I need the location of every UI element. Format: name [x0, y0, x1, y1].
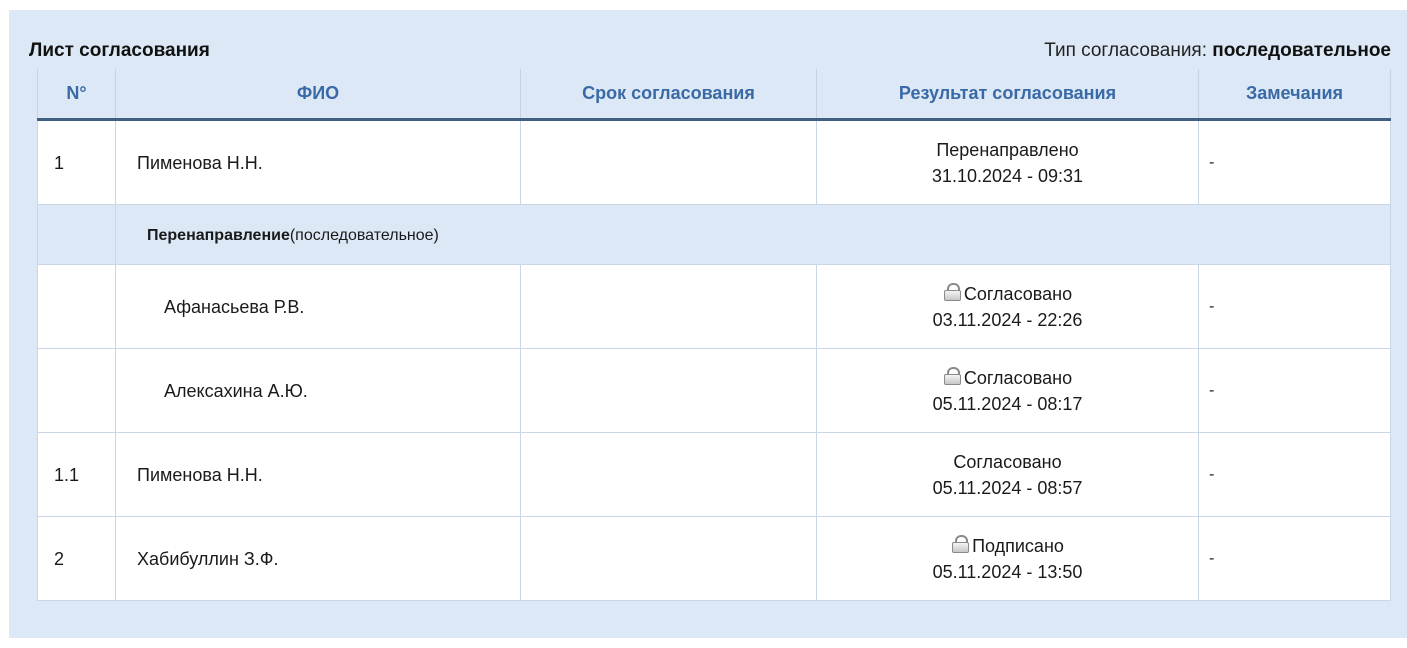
- result-date: 05.11.2024 - 08:17: [932, 393, 1083, 414]
- approval-header: Лист согласования Тип согласования: посл…: [29, 40, 1391, 66]
- redirect-label-cell: Перенаправление(последовательное): [115, 204, 1391, 265]
- approval-type-value: последовательное: [1212, 40, 1391, 61]
- result-status: Согласовано: [953, 451, 1062, 472]
- redirect-label-mode: (последовательное): [289, 226, 439, 244]
- lock-icon: [943, 366, 963, 385]
- result-date: 31.10.2024 - 09:31: [931, 165, 1084, 186]
- result-cell: Согласовано 05.11.2024 - 08:57: [816, 432, 1199, 517]
- redirect-label: Перенаправление(последовательное): [116, 227, 439, 244]
- table-row: 1.1 Пименова Н.Н. Согласовано 05.11.2024…: [37, 432, 1391, 517]
- table-row: Афанасьева Р.В. Согласовано 03.11.2024 -…: [37, 264, 1391, 349]
- sheet-title: Лист согласования: [29, 40, 210, 61]
- result-status: Перенаправлено: [936, 139, 1079, 160]
- result-status-line: Подписано: [817, 533, 1198, 559]
- result-status-line: Согласовано: [817, 365, 1198, 391]
- redirect-number-cell: [37, 204, 116, 265]
- approver-name: Пименова Н.Н.: [115, 432, 521, 517]
- table-row: Алексахина А.Ю. Согласовано 05.11.2024 -…: [37, 348, 1391, 433]
- notes-cell: -: [1198, 348, 1391, 433]
- result-date: 05.11.2024 - 13:50: [932, 561, 1083, 582]
- deadline-cell: [520, 348, 817, 433]
- result-cell: Согласовано 03.11.2024 - 22:26: [816, 264, 1199, 349]
- result-status-line: Согласовано: [817, 281, 1198, 307]
- table-row: 1 Пименова Н.Н. Перенаправлено 31.10.202…: [37, 119, 1391, 205]
- row-number: 1: [37, 119, 116, 205]
- approver-name: Пименова Н.Н.: [115, 119, 521, 205]
- deadline-cell: [520, 432, 817, 517]
- result-status: Подписано: [972, 535, 1064, 556]
- result-date: 05.11.2024 - 08:57: [932, 477, 1083, 498]
- redirect-group-row: Перенаправление(последовательное): [37, 204, 1391, 265]
- approval-type-label: Тип согласования:: [1044, 40, 1213, 61]
- notes-cell: -: [1198, 516, 1391, 601]
- result-date: 03.11.2024 - 22:26: [932, 309, 1083, 330]
- table-header-row: N° ФИО Срок согласования Результат согла…: [37, 69, 1391, 121]
- approver-name: Хабибуллин З.Ф.: [115, 516, 521, 601]
- deadline-cell: [520, 516, 817, 601]
- deadline-cell: [520, 264, 817, 349]
- deadline-cell: [520, 119, 817, 205]
- row-number: 2: [37, 516, 116, 601]
- lock-icon: [951, 534, 971, 553]
- notes-cell: -: [1198, 119, 1391, 205]
- redirect-label-bold: Перенаправление: [147, 226, 290, 244]
- column-header-name[interactable]: ФИО: [115, 69, 521, 121]
- row-number: 1.1: [37, 432, 116, 517]
- row-number: [37, 264, 116, 349]
- approval-table: N° ФИО Срок согласования Результат согла…: [37, 69, 1391, 601]
- column-header-number[interactable]: N°: [37, 69, 116, 121]
- result-cell: Перенаправлено 31.10.2024 - 09:31: [816, 119, 1199, 205]
- column-header-result[interactable]: Результат согласования: [816, 69, 1199, 121]
- result-cell: Подписано 05.11.2024 - 13:50: [816, 516, 1199, 601]
- approval-type: Тип согласования: последовательное: [1044, 40, 1391, 62]
- page: Лист согласования Тип согласования: посл…: [0, 0, 1407, 648]
- approver-name: Алексахина А.Ю.: [115, 348, 521, 433]
- notes-cell: -: [1198, 264, 1391, 349]
- row-number: [37, 348, 116, 433]
- table-row: 2 Хабибуллин З.Ф. Подписано 05.11.2024 -…: [37, 516, 1391, 601]
- result-status: Согласовано: [963, 367, 1073, 388]
- result-status: Согласовано: [963, 283, 1073, 304]
- result-cell: Согласовано 05.11.2024 - 08:17: [816, 348, 1199, 433]
- notes-cell: -: [1198, 432, 1391, 517]
- lock-icon: [943, 282, 963, 301]
- column-header-deadline[interactable]: Срок согласования: [520, 69, 817, 121]
- column-header-notes[interactable]: Замечания: [1198, 69, 1391, 121]
- approver-name: Афанасьева Р.В.: [115, 264, 521, 349]
